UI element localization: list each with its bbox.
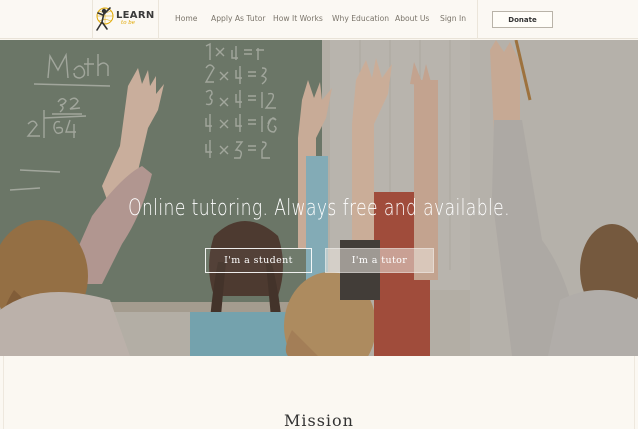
im-a-tutor-button[interactable]: I'm a tutor [325, 248, 434, 273]
reaching-figure-globe-icon [96, 7, 114, 31]
mission-section: Mission [0, 356, 638, 429]
mission-heading: Mission [284, 411, 354, 429]
site-header: LEARN to be Home Apply As Tutor How It W… [0, 0, 638, 39]
nav-how-it-works[interactable]: How It Works [273, 14, 323, 23]
logo-tagline: to be [121, 20, 136, 26]
nav-about-us[interactable]: About Us [395, 14, 429, 23]
nav-why-education[interactable]: Why Education [332, 14, 389, 23]
donate-button[interactable]: Donate [492, 11, 553, 28]
header-divider [92, 0, 93, 39]
hero-headline: Online tutoring. Always free and availab… [128, 196, 510, 221]
header-divider [158, 0, 159, 39]
im-a-student-button[interactable]: I'm a student [205, 248, 312, 273]
nav-sign-in[interactable]: Sign In [440, 14, 466, 23]
site-logo[interactable]: LEARN to be [94, 5, 154, 35]
header-divider [477, 0, 478, 39]
hero-section: Online tutoring. Always free and availab… [0, 40, 638, 356]
nav-home[interactable]: Home [175, 14, 197, 23]
nav-apply-as-tutor[interactable]: Apply As Tutor [211, 14, 265, 23]
